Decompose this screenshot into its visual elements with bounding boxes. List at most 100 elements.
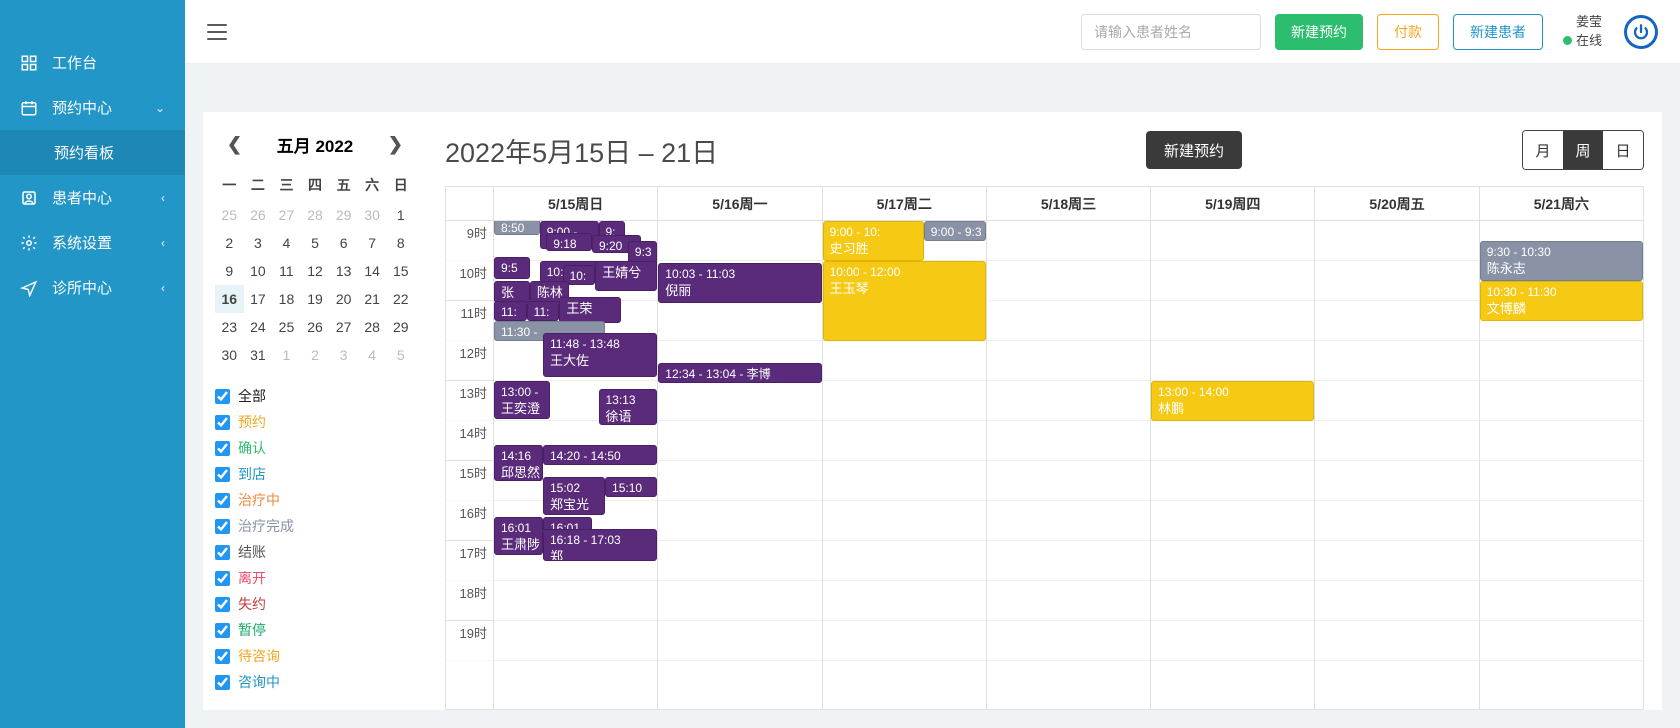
mini-cal-day[interactable]: 9 <box>215 257 244 285</box>
appointment-event[interactable]: 10:30 - 11:30文博麟 <box>1480 281 1643 321</box>
filter-checkbox[interactable] <box>215 571 230 586</box>
mini-cal-day[interactable]: 28 <box>301 201 330 229</box>
mini-cal-day[interactable]: 29 <box>386 313 415 341</box>
view-day-button[interactable]: 日 <box>1603 131 1643 169</box>
mini-cal-prev[interactable]: ❮ <box>221 132 248 157</box>
mini-cal-day[interactable]: 30 <box>358 201 387 229</box>
day-column[interactable]: 10:03 - 11:03倪丽 12:34 - 13:04 - 李博 <box>658 221 822 709</box>
appointment-event[interactable]: 9:30 - 10:30陈永志 <box>1480 241 1643 281</box>
appointment-event[interactable]: 9:00 - 9:3 <box>924 221 986 241</box>
mini-cal-day[interactable]: 26 <box>301 313 330 341</box>
appointment-event[interactable]: 13:00 - 14:00林鹏 <box>1151 381 1314 421</box>
filter-checkbox[interactable] <box>215 441 230 456</box>
mini-cal-day[interactable]: 2 <box>301 341 330 369</box>
mini-cal-day[interactable]: 15 <box>386 257 415 285</box>
filter-item[interactable]: 治疗中 <box>215 487 415 513</box>
filter-checkbox[interactable] <box>215 519 230 534</box>
mini-cal-day[interactable]: 27 <box>272 201 301 229</box>
sidebar-subitem[interactable]: 预约看板 <box>0 130 185 175</box>
patient-search-input[interactable] <box>1081 14 1261 50</box>
filter-checkbox[interactable] <box>215 545 230 560</box>
day-column[interactable]: 8:509:00 -9:9:189:209:3贺9:510:00 -10:王婧兮… <box>494 221 658 709</box>
appointment-event[interactable]: 9:00 - 10:史习胜 <box>823 221 924 261</box>
mini-cal-day[interactable]: 24 <box>244 313 273 341</box>
filter-item[interactable]: 失约 <box>215 591 415 617</box>
filter-item[interactable]: 咨询中 <box>215 669 415 695</box>
filter-checkbox[interactable] <box>215 649 230 664</box>
mini-cal-day[interactable]: 29 <box>329 201 358 229</box>
mini-cal-day[interactable]: 26 <box>244 201 273 229</box>
mini-cal-day[interactable]: 2 <box>215 229 244 257</box>
mini-cal-day[interactable]: 18 <box>272 285 301 313</box>
sidebar-item-patients[interactable]: 患者中心‹ <box>0 175 185 220</box>
filter-checkbox[interactable] <box>215 675 230 690</box>
appointment-event[interactable]: 16:01王肃陟 <box>494 517 543 555</box>
mini-cal-day[interactable]: 5 <box>301 229 330 257</box>
filter-checkbox[interactable] <box>215 467 230 482</box>
mini-cal-day[interactable]: 5 <box>386 341 415 369</box>
mini-cal-day[interactable]: 11 <box>272 257 301 285</box>
mini-cal-day[interactable]: 1 <box>386 201 415 229</box>
mini-cal-day[interactable]: 12 <box>301 257 330 285</box>
mini-cal-day[interactable]: 31 <box>244 341 273 369</box>
appointment-event[interactable]: 14:16邱思然 <box>494 445 543 481</box>
calendar-body[interactable]: 9时10时11时12时13时14时15时16时17时18时19时 8:509:0… <box>446 221 1643 709</box>
mini-cal-day[interactable]: 10 <box>244 257 273 285</box>
appointment-event[interactable]: 11: <box>494 301 527 321</box>
new-patient-button[interactable]: 新建患者 <box>1453 14 1543 50</box>
filter-item[interactable]: 预约 <box>215 409 415 435</box>
mini-cal-day[interactable]: 7 <box>358 229 387 257</box>
filter-item[interactable]: 确认 <box>215 435 415 461</box>
sidebar-item-clinic[interactable]: 诊所中心‹ <box>0 265 185 310</box>
mini-cal-day[interactable]: 28 <box>358 313 387 341</box>
mini-cal-day[interactable]: 16 <box>215 285 244 313</box>
mini-cal-day[interactable]: 1 <box>272 341 301 369</box>
menu-toggle-icon[interactable] <box>207 24 227 40</box>
view-week-button[interactable]: 周 <box>1563 131 1603 169</box>
mini-cal-day[interactable]: 23 <box>215 313 244 341</box>
appointment-event[interactable]: 15:10 <box>605 477 657 497</box>
filter-checkbox[interactable] <box>215 415 230 430</box>
mini-cal-day[interactable]: 13 <box>329 257 358 285</box>
day-column[interactable] <box>987 221 1151 709</box>
mini-cal-day[interactable]: 20 <box>329 285 358 313</box>
mini-cal-next[interactable]: ❯ <box>382 132 409 157</box>
payment-button[interactable]: 付款 <box>1377 14 1439 50</box>
appointment-event[interactable]: 10:03 - 11:03倪丽 <box>658 263 821 303</box>
appointment-event[interactable]: 11:48 - 13:48王大佐 <box>543 333 657 377</box>
appointment-event[interactable]: 8:50 <box>494 221 540 235</box>
appointment-event[interactable]: 9:18 <box>546 233 592 251</box>
mini-cal-day[interactable]: 8 <box>386 229 415 257</box>
filter-item[interactable]: 治疗完成 <box>215 513 415 539</box>
sidebar-item-settings[interactable]: 系统设置‹ <box>0 220 185 265</box>
appointment-event[interactable]: 10:00 - 12:00王玉琴 <box>823 261 986 341</box>
appointment-event[interactable]: 14:20 - 14:50 <box>543 445 657 465</box>
view-month-button[interactable]: 月 <box>1523 131 1563 169</box>
appointment-event[interactable]: 13:13徐语 <box>599 389 658 425</box>
new-appointment-button[interactable]: 新建预约 <box>1275 14 1363 50</box>
mini-cal-day[interactable]: 6 <box>329 229 358 257</box>
appointment-event[interactable]: 15:02郑宝光 <box>543 477 605 515</box>
mini-cal-day[interactable]: 17 <box>244 285 273 313</box>
day-column[interactable] <box>1315 221 1479 709</box>
filter-item[interactable]: 到店 <box>215 461 415 487</box>
calendar-new-appointment-button[interactable]: 新建预约 <box>1146 131 1242 169</box>
power-icon[interactable] <box>1624 15 1658 49</box>
appointment-event[interactable]: 9:5 <box>494 257 530 279</box>
filter-checkbox[interactable] <box>215 623 230 638</box>
appointment-event[interactable]: 王荣 <box>559 297 621 323</box>
filter-item[interactable]: 全部 <box>215 383 415 409</box>
mini-cal-day[interactable]: 30 <box>215 341 244 369</box>
filter-item[interactable]: 离开 <box>215 565 415 591</box>
filter-item[interactable]: 暂停 <box>215 617 415 643</box>
appointment-event[interactable]: 12:34 - 13:04 - 李博 <box>658 363 821 383</box>
appointment-event[interactable]: 张 <box>494 281 530 303</box>
mini-cal-day[interactable]: 3 <box>329 341 358 369</box>
mini-cal-day[interactable]: 19 <box>301 285 330 313</box>
filter-checkbox[interactable] <box>215 389 230 404</box>
sidebar-item-dashboard[interactable]: 工作台 <box>0 40 185 85</box>
filter-item[interactable]: 结账 <box>215 539 415 565</box>
sidebar-item-calendar[interactable]: 预约中心⌄ <box>0 85 185 130</box>
filter-item[interactable]: 待咨询 <box>215 643 415 669</box>
day-column[interactable]: 9:00 - 10:史习胜9:00 - 9:3 10:00 - 12:00王玉琴 <box>823 221 987 709</box>
